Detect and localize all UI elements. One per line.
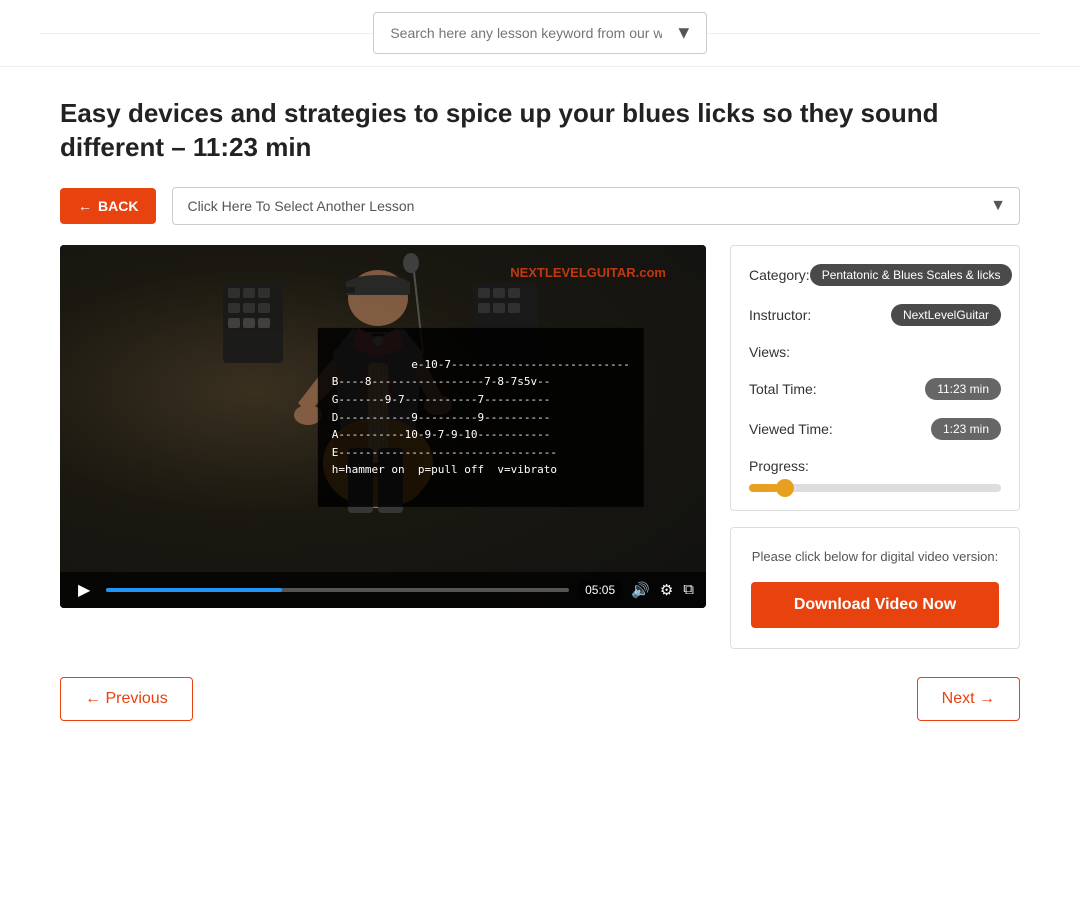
category-label: Category: (749, 267, 810, 283)
views-label: Views: (749, 344, 790, 360)
volume-button[interactable]: 🔊 (631, 581, 650, 599)
main-content: Easy devices and strategies to spice up … (0, 67, 1080, 761)
lesson-select[interactable]: Click Here To Select Another Lesson (172, 187, 1020, 225)
info-card: Category: Pentatonic & Blues Scales & li… (730, 245, 1020, 511)
right-divider (707, 33, 1040, 34)
lesson-select-container: Click Here To Select Another Lesson ▼ (172, 187, 1020, 225)
brand-next: NEXT (510, 265, 545, 280)
back-arrow-icon: ← (78, 198, 92, 214)
viewed-time-badge: 1:23 min (931, 418, 1001, 440)
instructor-badge: NextLevelGuitar (891, 304, 1001, 326)
category-badge: Pentatonic & Blues Scales & licks (810, 264, 1013, 286)
video-icons-group: 🔊 ⚙ ⧉ (631, 581, 694, 599)
video-wrapper[interactable]: NEXTLEVELGUITAR.com (60, 245, 706, 608)
settings-button[interactable]: ⚙ (660, 581, 673, 599)
total-time-label: Total Time: (749, 381, 817, 397)
tablature-overlay: e-10-7--------------------------- B----8… (318, 328, 644, 506)
brand-level: LEVEL (545, 265, 587, 280)
video-progress-fill (106, 588, 282, 592)
instructor-label: Instructor: (749, 307, 811, 323)
viewed-time-row: Viewed Time: 1:23 min (749, 418, 1001, 440)
page-title: Easy devices and strategies to spice up … (60, 97, 1020, 165)
download-video-button[interactable]: Download Video Now (751, 582, 999, 628)
views-row: Views: (749, 344, 1001, 360)
progress-label: Progress: (749, 458, 1001, 474)
search-container: ▼ (373, 12, 706, 54)
video-frame: NEXTLEVELGUITAR.com (60, 245, 706, 608)
fullscreen-button[interactable]: ⧉ (683, 581, 694, 599)
download-description: Please click below for digital video ver… (751, 548, 999, 566)
info-panel: Category: Pentatonic & Blues Scales & li… (730, 245, 1020, 649)
instructor-row: Instructor: NextLevelGuitar (749, 304, 1001, 326)
video-progress-bar[interactable] (106, 588, 569, 592)
top-bar: ▼ (0, 0, 1080, 67)
download-card: Please click below for digital video ver… (730, 527, 1020, 649)
back-label: BACK (98, 198, 138, 214)
total-time-row: Total Time: 11:23 min (749, 378, 1001, 400)
search-input[interactable] (373, 12, 706, 54)
video-controls: ▶ 05:05 🔊 ⚙ ⧉ (60, 572, 706, 608)
progress-thumb-container (774, 479, 794, 497)
brand-logo: NEXTLEVELGUITAR.com (510, 265, 666, 280)
total-time-badge: 11:23 min (925, 378, 1001, 400)
controls-row: ← BACK Click Here To Select Another Less… (60, 187, 1020, 225)
video-section: NEXTLEVELGUITAR.com (60, 245, 706, 608)
back-button[interactable]: ← BACK (60, 188, 156, 224)
left-divider (40, 33, 373, 34)
brand-guitar: GUITAR.com (587, 265, 666, 280)
tablature-text: e-10-7--------------------------- B----8… (332, 358, 630, 477)
video-timestamp: 05:05 (579, 581, 621, 599)
nav-row: ← Previous Next → (60, 677, 1020, 721)
content-area: NEXTLEVELGUITAR.com (60, 245, 1020, 649)
viewed-time-label: Viewed Time: (749, 421, 833, 437)
category-row: Category: Pentatonic & Blues Scales & li… (749, 264, 1001, 286)
progress-row: Progress: (749, 458, 1001, 492)
next-button[interactable]: Next → (917, 677, 1020, 721)
play-button[interactable]: ▶ (72, 578, 96, 602)
previous-button[interactable]: ← Previous (60, 677, 193, 721)
progress-track[interactable] (749, 484, 1001, 492)
progress-thumb[interactable] (776, 479, 794, 497)
